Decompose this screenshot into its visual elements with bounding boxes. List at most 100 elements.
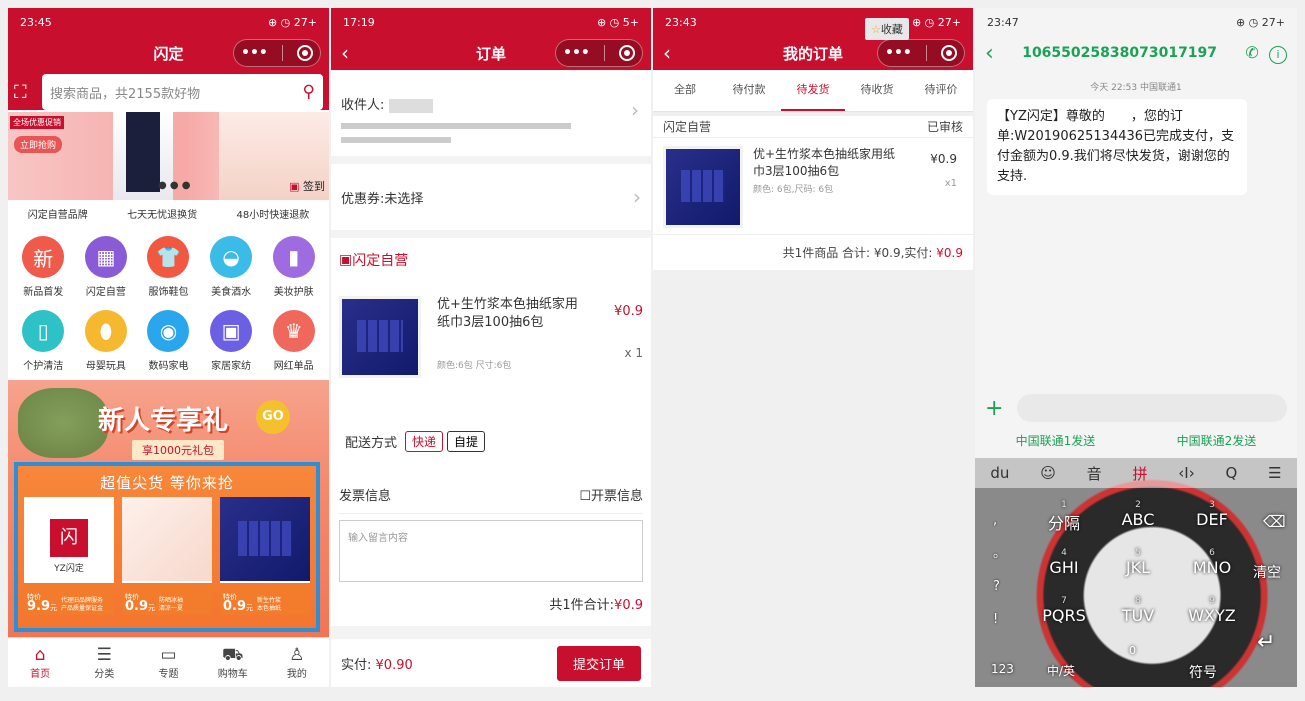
order-card[interactable]: 闪定自营 已审核 优+生竹浆本色抽纸家用纸巾3层100抽6包 颜色: 6包,尺码:… — [653, 116, 973, 270]
shop-card: ▣ 闪定自营 优+生竹浆本色抽纸家用纸巾3层100抽6包 颜色:6包 尺寸:6包 … — [331, 238, 651, 406]
pay-label: 实付: — [341, 657, 372, 673]
message-bubble[interactable]: 【YZ闪定】尊敬的 ，您的订单:W20190625134436已完成支付，支付金… — [987, 99, 1247, 195]
trust-row: 闪定自营品牌 七天无忧退换货 48小时快速退款 — [27, 209, 310, 221]
favorite-button[interactable]: ☆收藏 — [865, 18, 909, 40]
invoice-card: 发票信息 ☐开票信息 输入留言内容 共1件合计:¥0.9 — [331, 476, 651, 626]
close-icon[interactable] — [296, 45, 313, 61]
t9-key[interactable]: 9 WXYZ — [1187, 596, 1237, 625]
space-key[interactable]: 0 — [1129, 644, 1136, 657]
clear-key[interactable]: 清空 — [1253, 562, 1281, 582]
send-sim1-button[interactable]: 中国联通1发送 — [1016, 432, 1096, 449]
t9-key[interactable]: 7 PQRS — [1039, 596, 1089, 625]
product-image[interactable] — [339, 296, 421, 378]
product-image[interactable] — [663, 146, 743, 228]
more-icon[interactable]: ••• — [563, 45, 590, 61]
invoice-toggle[interactable]: ☐开票信息 — [579, 485, 643, 504]
info-icon[interactable]: i — [1269, 45, 1287, 64]
back-icon[interactable]: ‹ — [341, 41, 349, 65]
kb-toolbar-key[interactable]: du — [990, 464, 1009, 482]
t9-key[interactable]: 3 DEF — [1187, 500, 1237, 529]
banner[interactable]: 全场优惠促销 立即抢购 ● ● ● ▣ 签到 — [8, 112, 329, 200]
kb-toolbar-key[interactable]: 音 — [1087, 463, 1102, 484]
note-input[interactable]: 输入留言内容 — [339, 520, 643, 582]
banner-button[interactable]: 立即抢购 — [14, 136, 63, 153]
back-icon[interactable]: ‹ — [663, 41, 671, 65]
keyboard: du ☺ 音 拼 ‹I› Q ☰ ,。?! 1 分隔 2 ABC 3 DEF 4 GHI 5 JKL 6 MNO 7… — [975, 458, 1297, 687]
mini-capsule[interactable]: ••• — [555, 39, 643, 67]
shipping-row: 配送方式 快递 自提 — [331, 406, 651, 476]
submit-order-button[interactable]: 提交订单 — [556, 645, 641, 681]
order-tab-2[interactable]: 待发货 — [781, 70, 845, 111]
category-2[interactable]: 👕 服饰鞋包 — [137, 230, 200, 304]
category-7[interactable]: ◉ 数码家电 — [137, 304, 200, 378]
kb-toolbar-key[interactable]: ‹I› — [1178, 464, 1194, 482]
coupon-row[interactable]: 优惠券:未选择 › — [331, 164, 651, 230]
message-input[interactable] — [1017, 394, 1287, 422]
ship-express[interactable]: 快递 — [405, 430, 444, 452]
t9-key[interactable]: 1 分隔 — [1039, 500, 1089, 534]
close-icon[interactable] — [618, 45, 635, 61]
ship-pickup[interactable]: 自提 — [447, 430, 486, 452]
order-screen: 17:19 ⊕ ◷ 5+ ‹ 订单 ••• 收件人: › 优惠券:未选择 › ▣ 闪定自… — [331, 8, 651, 687]
t9-key[interactable]: 5 JKL — [1113, 548, 1163, 577]
t9-key[interactable]: 2 ABC — [1113, 500, 1163, 529]
kb-toolbar-key[interactable]: 拼 — [1132, 463, 1147, 484]
product-row[interactable]: 优+生竹浆本色抽纸家用纸巾3层100抽6包 颜色:6包 尺寸:6包 ¥0.9 x… — [339, 282, 643, 378]
back-icon[interactable]: ‹ — [985, 41, 994, 66]
promo-banner[interactable]: 新人专享礼 GO 享1000元礼包 超值尖货 等你来抢 闪 YZ闪定 特价 9.9元代… — [8, 380, 329, 638]
product-qty: x1 — [944, 178, 957, 189]
category-8[interactable]: ▣ 家居家纺 — [200, 304, 263, 378]
kb-toolbar-key[interactable]: ☰ — [1268, 464, 1281, 482]
send-sim2-button[interactable]: 中国联通2发送 — [1177, 432, 1257, 449]
scan-icon[interactable]: ⛶ — [14, 82, 42, 103]
battery-icon: ⊕ ◷ 27+ — [1235, 15, 1285, 29]
deal-card[interactable]: 特价 0.9元 防晒冰袖 清凉一夏 — [122, 497, 212, 615]
symbol-key[interactable]: 符号 — [1189, 662, 1217, 682]
promo-go[interactable]: GO — [256, 400, 290, 434]
kb-toolbar-key[interactable]: Q — [1226, 464, 1238, 482]
category-6[interactable]: ⬮ 母婴玩具 — [75, 304, 138, 378]
category-icon: ♛ — [272, 310, 315, 352]
t9-key[interactable]: 6 MNO — [1187, 548, 1237, 577]
close-icon[interactable] — [940, 45, 957, 61]
mini-capsule[interactable]: ••• — [877, 39, 965, 67]
tab-home[interactable]: ⌂ 首页 — [8, 638, 72, 687]
order-tab-0[interactable]: 全部 — [653, 70, 717, 111]
plus-icon[interactable]: + — [985, 396, 1017, 421]
tab-cart[interactable]: ⛟ 购物车 — [201, 638, 265, 687]
category-3[interactable]: ◒ 美食酒水 — [200, 230, 263, 304]
tab-topic[interactable]: ▭ 专题 — [136, 638, 200, 687]
category-4[interactable]: ▮ 美妆护肤 — [262, 230, 325, 304]
search-input[interactable]: 搜索商品，共2155款好物 ⚲ — [42, 74, 323, 110]
category-1[interactable]: ▦ 闪定自营 — [75, 230, 138, 304]
delete-key-icon[interactable]: ⌫ — [1263, 512, 1286, 531]
tab-category[interactable]: ☰ 分类 — [72, 638, 136, 687]
t9-key[interactable]: 8 TUV — [1113, 596, 1163, 625]
t9-key[interactable]: 4 GHI — [1039, 548, 1089, 577]
punct-key[interactable]: , — [993, 504, 1006, 537]
enter-key-icon[interactable]: ↵ — [1257, 630, 1275, 655]
tab-mine[interactable]: ♙ 我的 — [265, 638, 329, 687]
lang-switch-key[interactable]: 中/英 — [1047, 662, 1075, 679]
punct-key[interactable]: ? — [993, 570, 1006, 603]
signin-badge[interactable]: ▣ 签到 — [289, 178, 325, 194]
category-icon: ▣ — [210, 310, 253, 352]
order-tab-4[interactable]: 待评价 — [909, 70, 973, 111]
numeric-key[interactable]: 123 — [991, 662, 1014, 676]
punct-key[interactable]: ! — [993, 603, 1006, 636]
category-9[interactable]: ♛ 网红单品 — [262, 304, 325, 378]
category-5[interactable]: ▯ 个护清洁 — [12, 304, 75, 378]
order-tab-3[interactable]: 待收货 — [845, 70, 909, 111]
order-tab-1[interactable]: 待付款 — [717, 70, 781, 111]
mini-capsule[interactable]: ••• — [233, 39, 321, 67]
category-0[interactable]: 新新品首发 — [12, 230, 75, 304]
deal-card[interactable]: 特价 0.9元 新生竹浆 本色抽纸 — [220, 497, 310, 615]
punct-key[interactable]: 。 — [993, 537, 1006, 570]
search-icon[interactable]: ⚲ — [303, 82, 315, 102]
deal-card[interactable]: 闪 YZ闪定 特价 9.9元 代理旧品牌服务 产品质量保证金 — [24, 497, 114, 615]
kb-toolbar-key[interactable]: ☺ — [1040, 464, 1056, 482]
phone-icon[interactable]: ✆ — [1245, 43, 1258, 62]
more-icon[interactable]: ••• — [241, 45, 268, 61]
address-row[interactable]: 收件人: › — [331, 70, 651, 156]
more-icon[interactable]: ••• — [885, 45, 912, 61]
